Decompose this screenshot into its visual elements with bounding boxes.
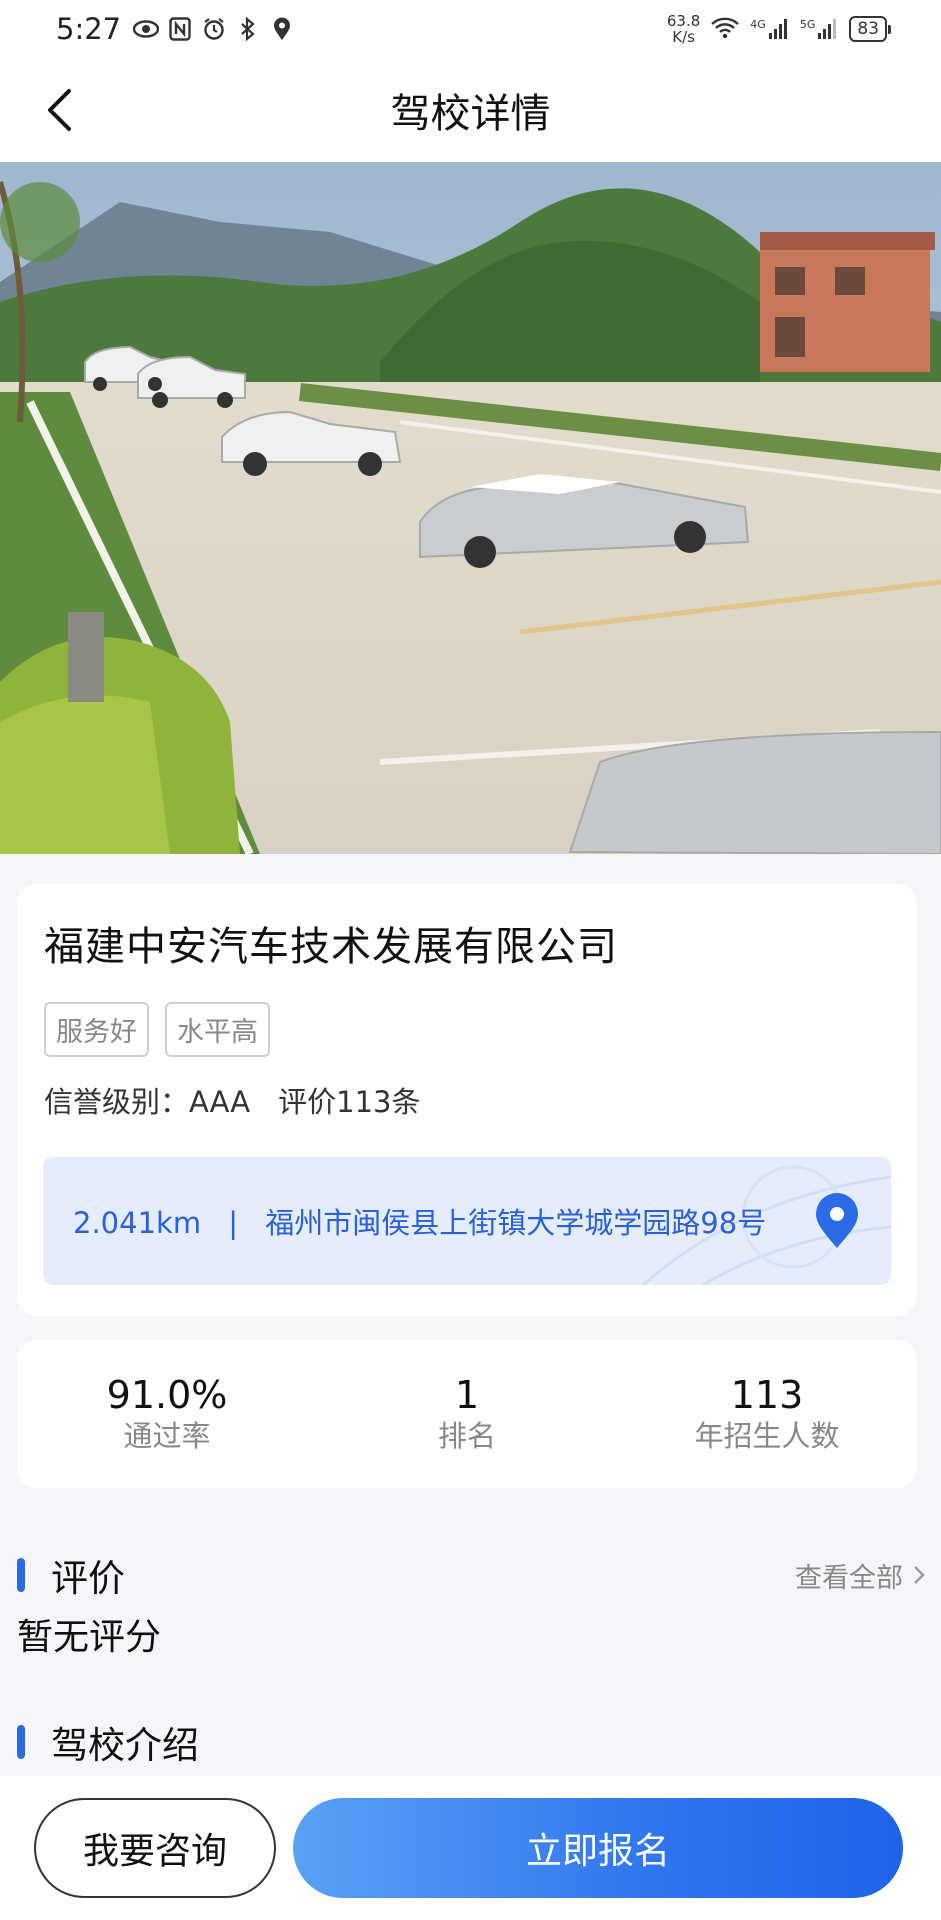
stat-value: 113	[730, 1373, 804, 1417]
status-left: 5:27	[56, 12, 295, 46]
tag-level: 水平高	[165, 1002, 270, 1057]
stat-label: 通过率	[123, 1419, 211, 1453]
stat-label: 年招生人数	[694, 1419, 840, 1453]
meta-row: 信誉级别：AAA 评价113条	[44, 1079, 890, 1121]
location-icon	[269, 16, 295, 42]
alarm-icon	[201, 16, 227, 42]
net-speed: 63.8 K/s	[667, 13, 700, 45]
section-accent-bar	[17, 1558, 25, 1592]
stat-annual-enrollment: 113 年招生人数	[617, 1373, 917, 1455]
bottom-action-bar: 我要咨询 立即报名	[0, 1776, 941, 1920]
status-icons	[133, 16, 295, 42]
review-count: 评价113条	[278, 1085, 421, 1119]
chevron-left-icon	[48, 89, 71, 131]
no-score-text: 暂无评分	[17, 1617, 162, 1658]
reviews-section-header: 评价 查看全部	[17, 1548, 925, 1602]
view-all-label: 查看全部	[795, 1562, 903, 1594]
consult-button[interactable]: 我要咨询	[34, 1798, 276, 1898]
stat-value: 1	[454, 1373, 480, 1417]
distance: 2.041km	[73, 1206, 202, 1240]
credit-level: 信誉级别：AAA	[44, 1085, 251, 1119]
tag-list: 服务好 水平高	[44, 1002, 890, 1057]
signal-icon-5g: 5G	[800, 18, 840, 40]
page-title: 驾校详情	[390, 91, 551, 137]
intro-title: 驾校介绍	[51, 1724, 199, 1767]
address-text: 2.041km | 福州市闽侯县上街镇大学城学园路98号	[73, 1200, 813, 1242]
signal-5g-label: 5G	[799, 18, 816, 31]
tag-service: 服务好	[44, 1002, 149, 1057]
net-speed-unit: K/s	[672, 28, 695, 46]
view-all-link[interactable]: 查看全部	[795, 1556, 925, 1595]
stat-pass-rate: 91.0% 通过率	[17, 1373, 317, 1455]
eye-icon	[133, 16, 160, 42]
address-box[interactable]: 2.041km | 福州市闽侯县上街镇大学城学园路98号	[43, 1157, 891, 1285]
stats-card: 91.0% 通过率 1 排名 113 年招生人数	[17, 1340, 917, 1488]
status-bar: 5:27 63.8 K/s 4G 5G 83	[0, 0, 941, 58]
status-right: 63.8 K/s 4G 5G 83	[667, 13, 891, 45]
status-time: 5:27	[56, 12, 122, 46]
net-speed-value: 63.8	[666, 12, 701, 30]
section-accent-bar	[17, 1725, 25, 1759]
back-button[interactable]	[32, 82, 88, 138]
map-pin-icon[interactable]	[813, 1192, 861, 1250]
stat-label: 排名	[437, 1419, 496, 1453]
signal-icon-4g: 4G	[750, 18, 790, 40]
nfc-icon	[167, 16, 193, 42]
signal-4g-label: 4G	[750, 18, 766, 31]
battery-icon: 83	[849, 16, 891, 42]
wifi-icon	[710, 15, 740, 43]
reviews-title: 评价	[51, 1557, 125, 1600]
school-info-card: 福建中安汽车技术发展有限公司 服务好 水平高 信誉级别：AAA 评价113条 2…	[17, 884, 917, 1316]
school-name: 福建中安汽车技术发展有限公司	[44, 924, 618, 970]
bluetooth-icon	[235, 16, 261, 42]
address: 福州市闽侯县上街镇大学城学园路98号	[265, 1206, 767, 1240]
stat-ranking: 1 排名	[317, 1373, 617, 1455]
stat-value: 91.0%	[106, 1373, 228, 1417]
address-separator: |	[228, 1206, 239, 1240]
chevron-right-icon	[914, 1566, 925, 1584]
intro-section-header: 驾校介绍	[17, 1715, 925, 1769]
signup-button[interactable]: 立即报名	[293, 1798, 903, 1898]
nav-bar: 驾校详情	[0, 58, 941, 162]
hero-photo	[0, 162, 941, 854]
